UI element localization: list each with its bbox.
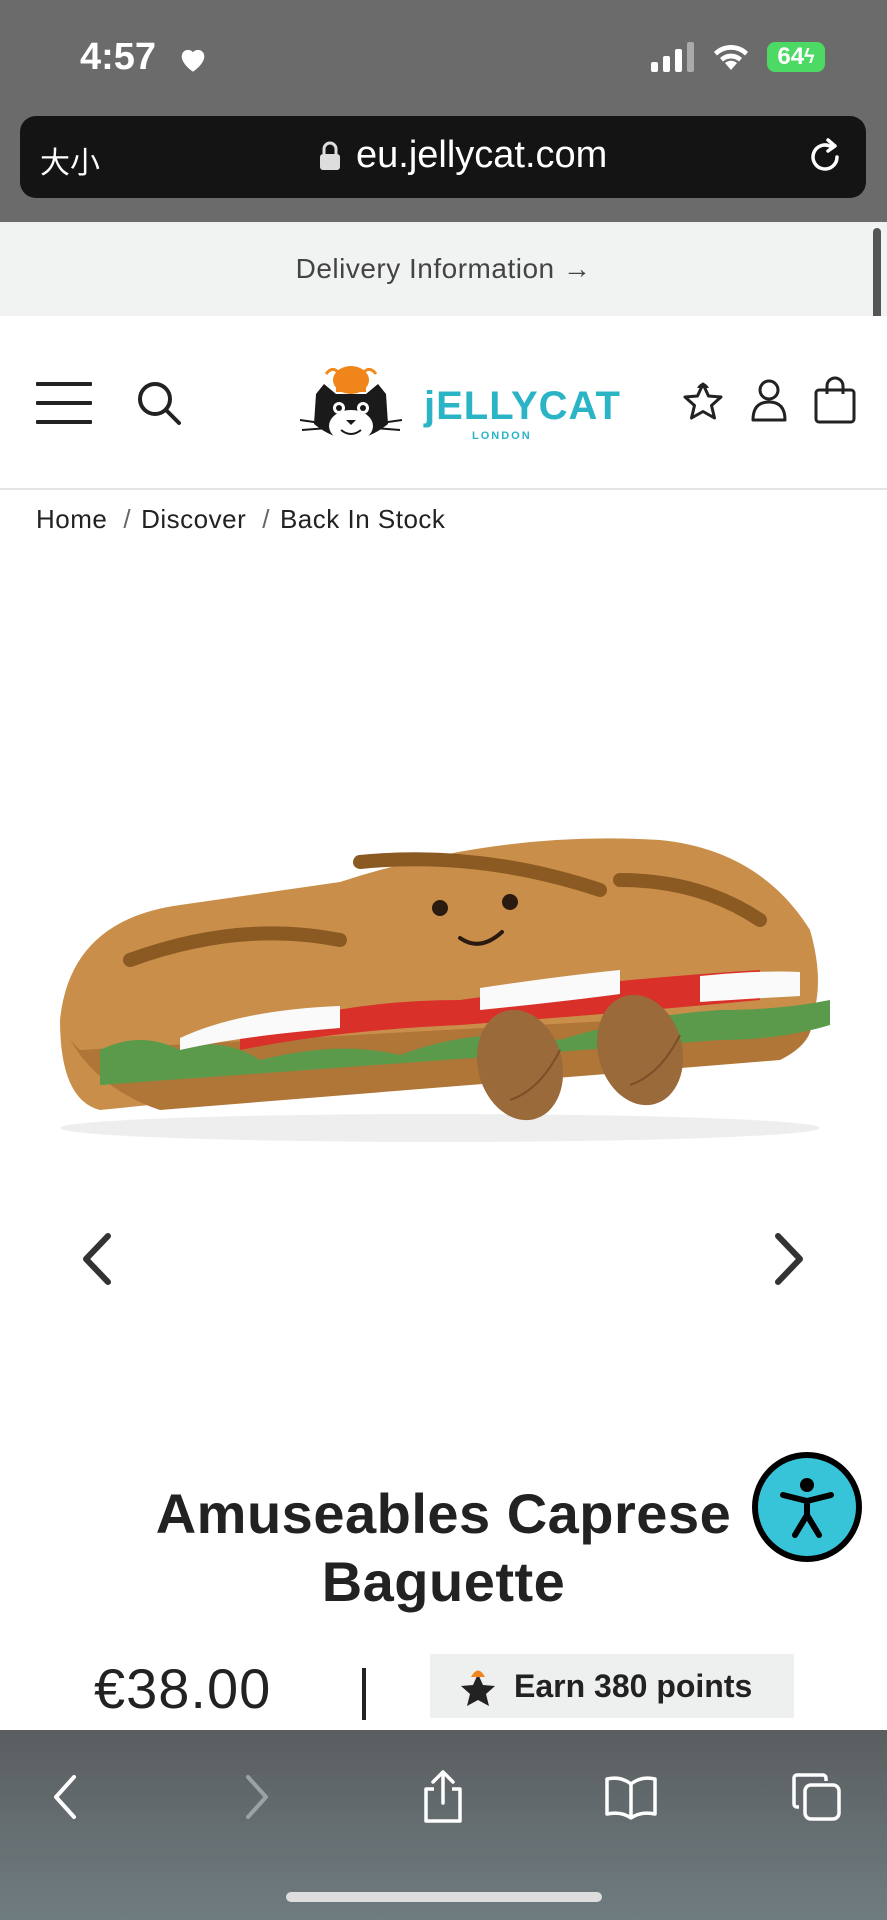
status-time: 4:57 — [80, 36, 157, 78]
status-bar: 4:57 64 ϟ — [0, 0, 887, 110]
forward-button[interactable] — [222, 1762, 292, 1832]
product-price: €38.00 — [94, 1657, 272, 1720]
header-actions — [679, 374, 859, 426]
tabs-icon — [792, 1773, 841, 1821]
browser-bottom-toolbar — [0, 1730, 887, 1920]
back-button[interactable] — [30, 1762, 100, 1832]
price-row: €38.00 Earn 380 points — [0, 1650, 887, 1726]
breadcrumb: Home / Discover / Back In Stock — [36, 504, 445, 535]
search-icon[interactable] — [136, 380, 182, 426]
status-indicators: 64 ϟ — [651, 42, 825, 72]
accessibility-button[interactable] — [752, 1452, 862, 1562]
bookmarks-button[interactable] — [596, 1762, 666, 1832]
breadcrumb-discover[interactable]: Discover — [141, 504, 246, 535]
breadcrumb-separator: / — [123, 504, 132, 534]
home-indicator[interactable] — [286, 1892, 602, 1902]
rewards-points-badge[interactable]: Earn 380 points — [430, 1654, 794, 1718]
battery-level: 64 — [777, 43, 805, 70]
site-header: jELLYCAT LONDON — [0, 316, 887, 490]
breadcrumb-back-in-stock[interactable]: Back In Stock — [280, 504, 445, 535]
reload-icon[interactable] — [804, 136, 846, 178]
rewards-star-icon — [461, 1670, 495, 1706]
logo-wordmark: jELLYCAT — [424, 384, 621, 428]
share-icon — [424, 1770, 462, 1823]
share-button[interactable] — [408, 1762, 478, 1832]
previous-image-arrow-icon[interactable] — [78, 1232, 114, 1286]
charging-bolt-icon: ϟ — [804, 45, 815, 68]
bag-icon[interactable] — [811, 374, 859, 426]
breadcrumb-home[interactable]: Home — [36, 504, 107, 535]
rewards-star-icon[interactable] — [679, 374, 727, 426]
tabs-button[interactable] — [782, 1762, 852, 1832]
logo-subtext: LONDON — [472, 430, 532, 442]
points-label: Earn 380 points — [514, 1667, 753, 1704]
next-image-arrow-icon[interactable] — [772, 1232, 808, 1286]
battery-indicator: 64 ϟ — [767, 42, 825, 72]
forward-arrow-icon — [246, 1775, 268, 1819]
url-text[interactable]: eu.jellycat.com — [356, 134, 607, 177]
delivery-information-link[interactable]: Delivery Information → — [0, 222, 887, 316]
jellycat-logo[interactable]: jELLYCAT LONDON — [296, 354, 620, 450]
account-icon[interactable] — [745, 374, 793, 426]
browser-top-chrome: 4:57 64 ϟ 大小 eu.jellycat.com — [0, 0, 887, 222]
breadcrumb-separator: / — [262, 504, 270, 534]
heart-icon — [181, 49, 205, 72]
product-title-line-1: Amuseables Caprese — [155, 1482, 732, 1545]
text-size-button[interactable]: 大小 — [40, 138, 100, 182]
signal-icon — [651, 42, 694, 72]
wifi-icon — [714, 44, 748, 70]
price-divider — [362, 1668, 366, 1720]
toolbar — [0, 1762, 887, 1842]
menu-icon[interactable] — [36, 382, 92, 424]
accessibility-person-icon — [780, 1478, 834, 1538]
book-icon — [605, 1776, 657, 1820]
address-bar[interactable]: 大小 eu.jellycat.com — [20, 116, 866, 198]
lock-icon — [320, 141, 340, 170]
cat-logo-icon — [299, 366, 403, 442]
back-arrow-icon — [54, 1775, 76, 1819]
product-image — [60, 838, 830, 1142]
product-title-line-2: Baguette — [321, 1550, 566, 1613]
